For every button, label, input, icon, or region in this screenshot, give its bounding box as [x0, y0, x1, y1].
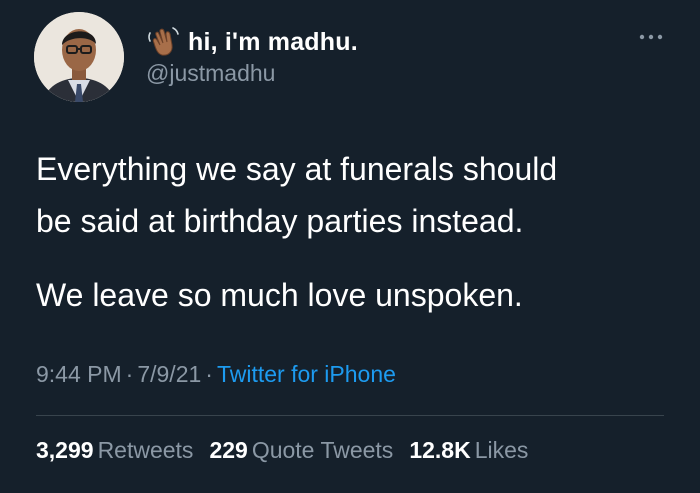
likes-count: 12.8K [409, 437, 471, 463]
tweet-source-link[interactable]: Twitter for iPhone [217, 361, 396, 387]
quote-tweets-label: Quote Tweets [251, 437, 394, 463]
avatar[interactable] [34, 12, 124, 102]
retweets-label: Retweets [97, 437, 194, 463]
user-handle[interactable]: @justmadhu [146, 60, 275, 87]
quote-tweets-count: 229 [209, 437, 248, 463]
tweet-meta: 9:44 PM · 7/9/21 · Twitter for iPhone [36, 361, 396, 388]
tweet-text-line: We leave so much love unspoken. [36, 277, 523, 313]
meta-separator: · [205, 361, 213, 387]
divider [36, 415, 664, 416]
tweet-date[interactable]: 7/9/21 [137, 361, 201, 387]
likes-stat[interactable]: 12.8K Likes [409, 437, 528, 464]
quote-tweets-stat[interactable]: 229 Quote Tweets [209, 437, 393, 464]
author-name-row[interactable]: hi, i'm madhu. [146, 24, 358, 60]
meta-separator: · [125, 361, 134, 387]
tweet-text-line: be said at birthday parties instead. [36, 203, 524, 239]
retweets-stat[interactable]: 3,299 Retweets [36, 437, 193, 464]
more-options-icon[interactable] [638, 30, 664, 44]
tweet-time[interactable]: 9:44 PM [36, 361, 122, 387]
tweet-stats: 3,299 Retweets 229 Quote Tweets 12.8K Likes [36, 437, 528, 464]
retweets-count: 3,299 [36, 437, 94, 463]
waving-hand-icon [146, 25, 180, 59]
profile-photo-icon [34, 12, 124, 102]
display-name: hi, i'm madhu. [188, 27, 358, 56]
likes-label: Likes [474, 437, 529, 463]
tweet-card: hi, i'm madhu. @justmadhu Everything we … [0, 0, 700, 493]
tweet-text-line: Everything we say at funerals should [36, 151, 558, 187]
